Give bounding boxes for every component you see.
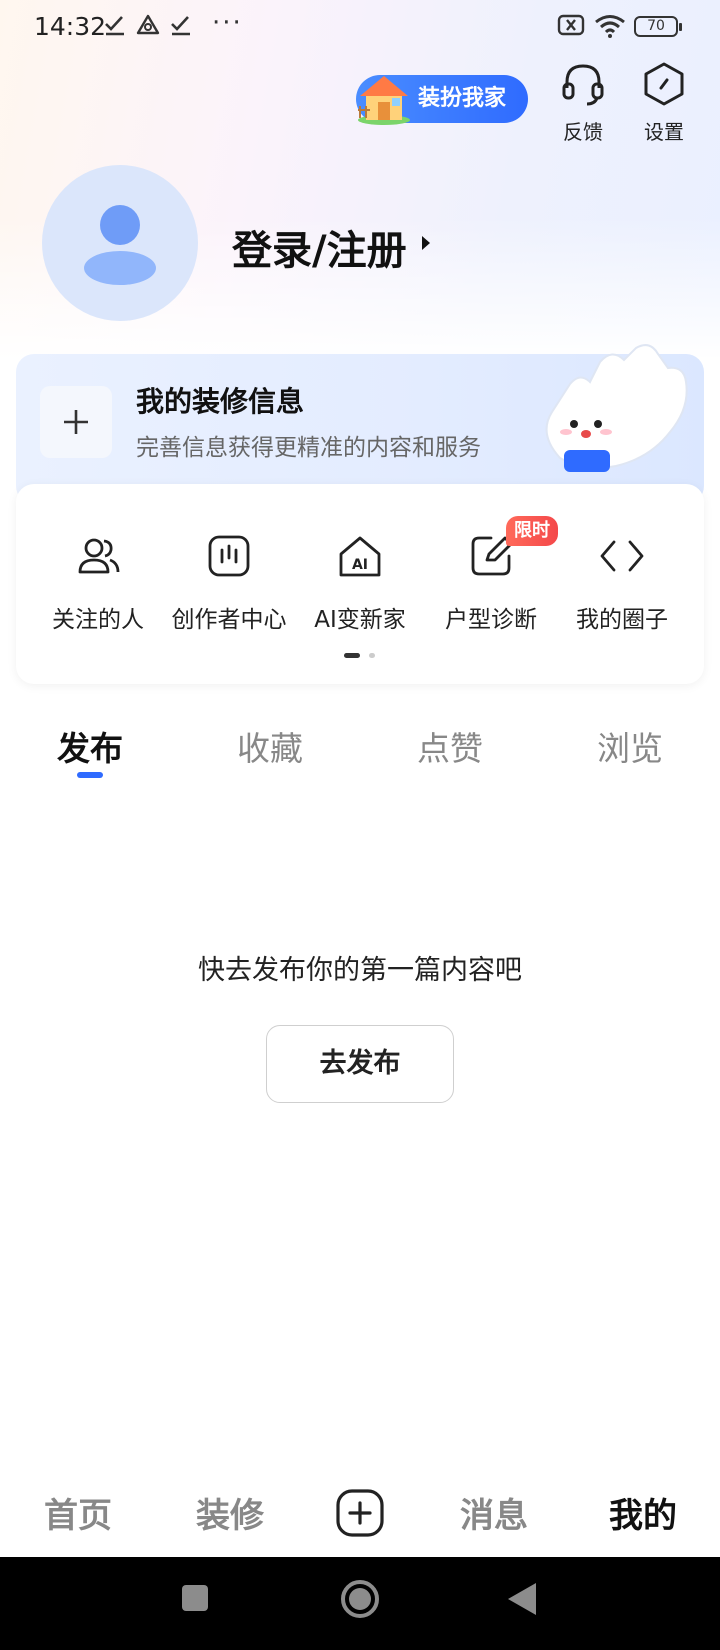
no-sim-icon [557,14,585,36]
quick-action-floor-plan-diagnosis[interactable]: 户型诊断 [426,532,556,634]
system-navigation-bar [0,1557,720,1650]
nav-home[interactable]: 首页 [44,1488,112,1537]
settings-label: 设置 [644,120,684,144]
settings-button[interactable]: 设置 [629,60,699,145]
recents-square-icon[interactable] [180,1583,210,1613]
house-icon [358,76,410,125]
code-brackets-icon [600,540,644,572]
svg-text:AI: AI [352,557,368,573]
glove-mascot-illustration [545,344,688,472]
active-tab-indicator [77,772,103,778]
quick-action-label: AI变新家 [314,607,406,633]
quick-action-label: 户型诊断 [445,607,537,633]
limited-time-badge: 限时 [506,516,558,546]
headset-icon [562,64,604,106]
creator-icon [208,535,250,577]
quick-action-label: 创作者中心 [171,607,287,633]
quick-action-label: 关注的人 [52,607,144,633]
nav-mine[interactable]: 我的 [609,1488,677,1537]
settings-hexagon-icon [644,62,684,106]
pager-dot [369,653,375,658]
feedback-label: 反馈 [563,120,603,144]
feedback-button[interactable]: 反馈 [548,60,618,145]
wifi-icon [595,15,625,38]
login-register-link[interactable]: 登录/注册 [232,218,407,276]
quick-action-creator-center[interactable]: 创作者中心 [164,532,294,634]
drive-icon [136,14,160,35]
tab-likes[interactable]: 点赞 [417,722,483,770]
empty-state-message: 快去发布你的第一篇内容吧 [198,955,522,986]
status-time: 14:32 [34,12,107,41]
nav-messages[interactable]: 消息 [460,1488,528,1537]
people-icon [78,538,120,574]
post-add-icon[interactable] [335,1488,385,1538]
tab-favorites[interactable]: 收藏 [237,722,303,770]
decoration-info-subtitle: 完善信息获得更精准的内容和服务 [136,435,481,461]
quick-action-following[interactable]: 关注的人 [33,532,163,634]
go-publish-button[interactable]: 去发布 [266,1025,454,1103]
ai-house-icon: AI [339,536,381,577]
quick-action-my-circles[interactable]: 我的圈子 [557,532,687,634]
more-notifications-icon: ··· [212,8,243,38]
avatar[interactable] [42,165,198,321]
caret-right-icon [422,236,430,250]
battery-indicator: 70 [634,16,682,37]
pager-dot-active [344,653,360,658]
status-bar: 14:32 ··· 70 [0,0,720,56]
quick-action-label: 我的圈子 [576,607,668,633]
check-download-icon [105,16,124,36]
add-decoration-info-button[interactable] [40,386,112,458]
tab-history[interactable]: 浏览 [597,722,663,770]
check-download-icon-2 [171,16,190,36]
decoration-info-title: 我的装修信息 [136,385,305,418]
back-triangle-icon[interactable] [506,1581,538,1617]
plus-icon [64,410,88,434]
user-placeholder-icon [84,205,156,285]
quick-action-ai-new-home[interactable]: AI AI变新家 [295,532,425,634]
tab-publish[interactable]: 发布 [57,722,123,770]
home-circle-icon[interactable] [340,1579,380,1619]
nav-decoration[interactable]: 装修 [196,1488,264,1537]
